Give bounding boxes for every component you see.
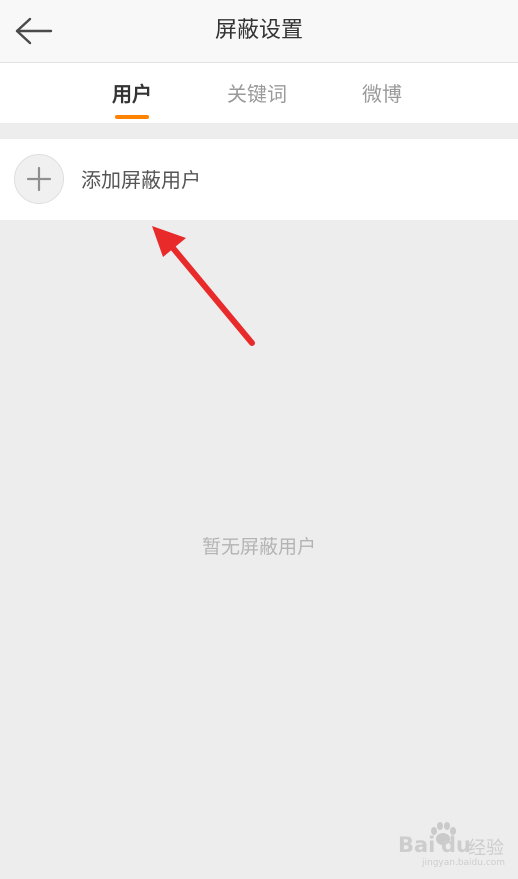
active-tab-indicator (115, 115, 149, 119)
watermark-brand-du: du (441, 833, 471, 857)
section-divider (0, 123, 518, 139)
page-title: 屏蔽设置 (214, 18, 303, 43)
add-blocked-user-label: 添加屏蔽用户 (81, 168, 201, 192)
watermark-brand: Bai (398, 833, 436, 857)
top-bar: 屏蔽设置 (0, 0, 518, 63)
tab-weibo[interactable]: 微博 (346, 63, 418, 123)
watermark-url: jingyan.baidu.com (422, 858, 506, 868)
tab-users[interactable]: 用户 (96, 63, 168, 123)
baidu-jingyan-watermark: Bai du 经验 jingyan.baidu.com (398, 822, 510, 868)
tab-bar: 用户 关键词 微博 (0, 63, 518, 123)
plus-icon (26, 166, 52, 192)
tab-keywords[interactable]: 关键词 (216, 63, 298, 123)
empty-state-message: 暂无屏蔽用户 (201, 536, 316, 558)
add-circle (14, 154, 64, 204)
watermark-suffix: 经验 (468, 838, 504, 859)
add-blocked-user-button[interactable]: 添加屏蔽用户 (0, 139, 518, 220)
